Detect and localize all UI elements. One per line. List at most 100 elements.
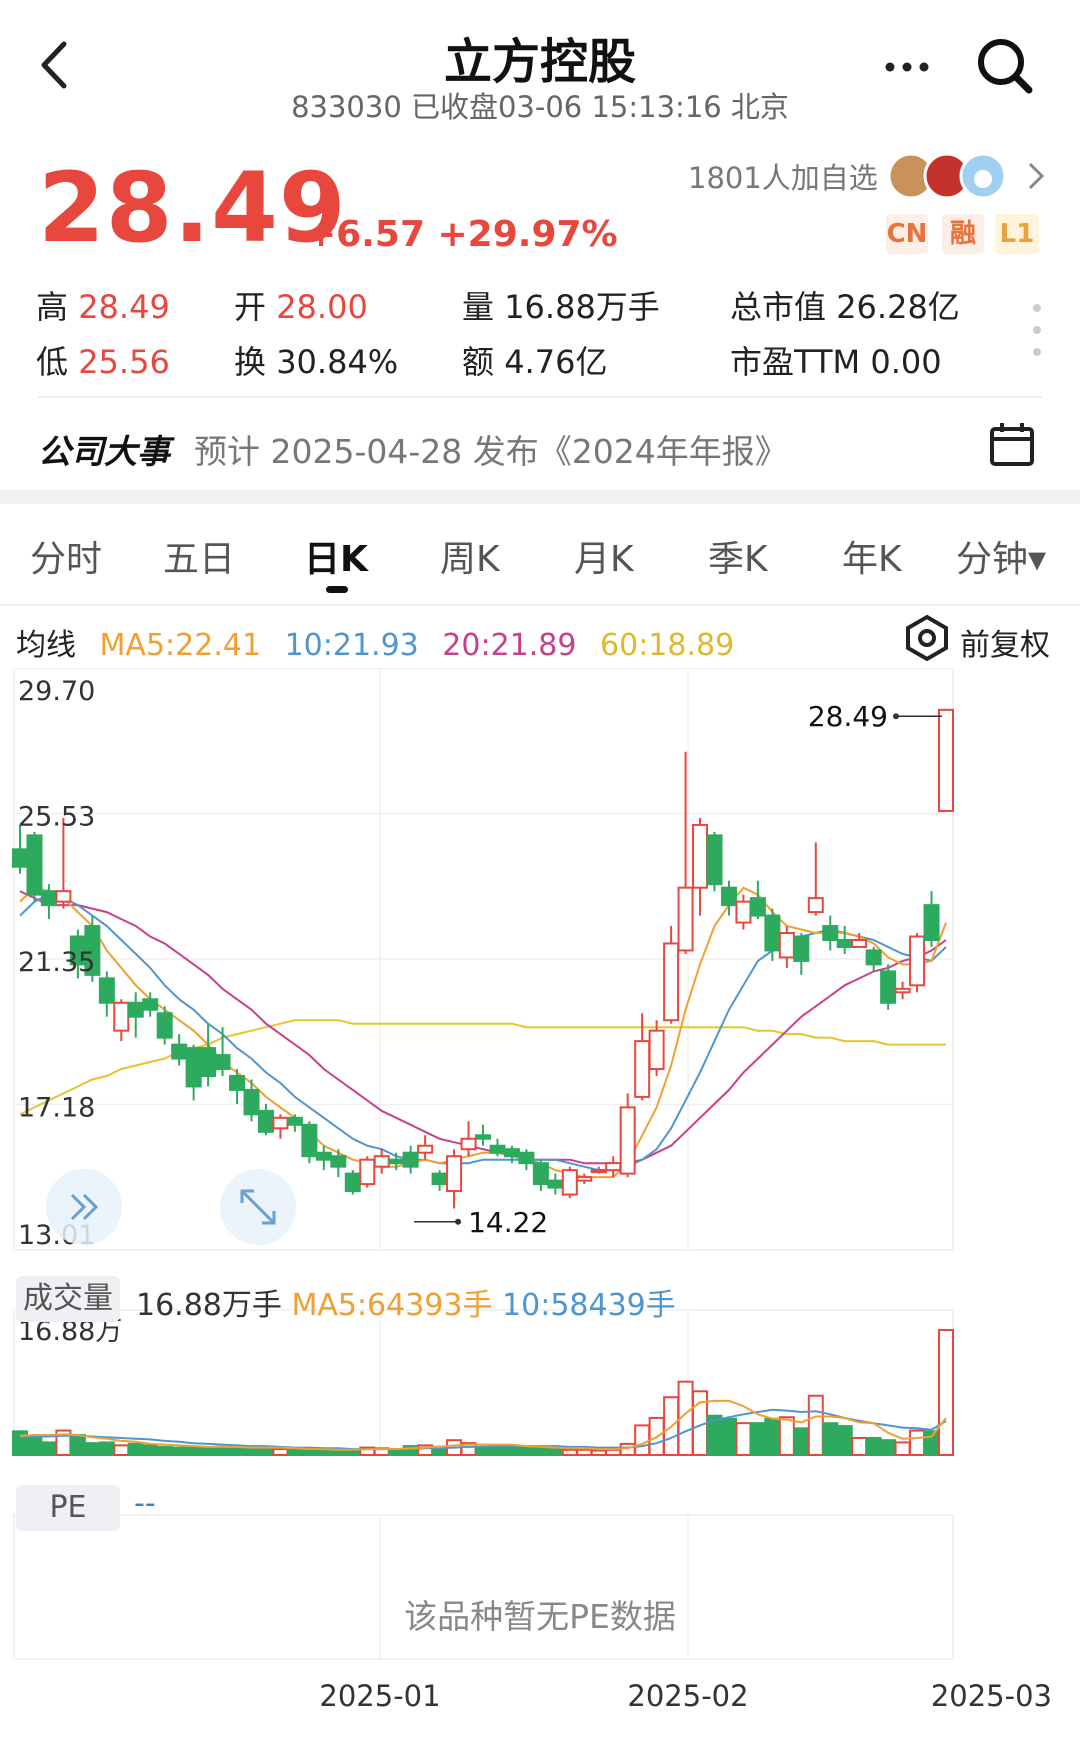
last-price: 28.49 (38, 152, 347, 264)
section-separator (0, 490, 1080, 504)
volume-bar (171, 1446, 188, 1456)
candle-body (185, 1047, 202, 1088)
volume-bar (605, 1448, 622, 1457)
candle-body (243, 1088, 260, 1116)
candle-body (142, 998, 159, 1011)
watcher-avatars[interactable] (886, 151, 1016, 201)
candle-body (156, 1012, 173, 1039)
stat-high: 高 28.49 (36, 288, 170, 326)
volume-bar (113, 1444, 130, 1456)
x-tick-label: 2025-03 (931, 1679, 1052, 1713)
stat-low: 低 25.56 (36, 343, 170, 381)
max-price-label: 28.49 (808, 700, 888, 733)
fullscreen-icon[interactable] (218, 1167, 298, 1247)
tag-l1: L1 (995, 214, 1039, 254)
ma5-value: MA5:22.41 (99, 628, 262, 663)
candle-body (532, 1162, 549, 1186)
y-tick-label: 25.53 (18, 801, 95, 832)
candle-body (171, 1043, 188, 1060)
tab-minute[interactable]: 分钟▾ (956, 530, 1046, 582)
volume-ma10: 10:58439手 (502, 1288, 676, 1323)
x-tick-label: 2025-01 (319, 1679, 440, 1713)
candle-body (720, 886, 737, 907)
candle-body (923, 904, 940, 941)
candle-body (272, 1116, 289, 1130)
volume-bar (98, 1441, 115, 1456)
watchlist-count[interactable]: 1801人加自选 (688, 155, 878, 197)
candle-body (315, 1151, 332, 1161)
more-icon[interactable] (882, 52, 932, 82)
volume-bar (84, 1442, 101, 1456)
volume-bar (127, 1442, 144, 1457)
volume-bar (720, 1417, 737, 1457)
volume-bar (836, 1425, 853, 1456)
candle-body (648, 1029, 665, 1071)
volume-bar (807, 1394, 824, 1457)
tab-monthly-k[interactable]: 月K (574, 530, 634, 582)
volume-bar (286, 1448, 303, 1456)
candle-body (40, 890, 57, 907)
candle-body (26, 834, 43, 896)
candle-body (344, 1172, 361, 1193)
candle-body (373, 1155, 390, 1168)
volume-bar (475, 1445, 491, 1456)
y-tick-label: 21.35 (18, 947, 95, 978)
volume-bar (532, 1446, 549, 1456)
tab-daily-k[interactable]: 日K (304, 530, 368, 582)
ma-legend-label: 均线 (16, 628, 76, 663)
volume-legend: 16.88万手 MA5:64393手 10:58439手 (136, 1280, 676, 1324)
candle-body (359, 1158, 376, 1186)
price-adjust-icon[interactable] (904, 614, 950, 662)
candle-body (55, 890, 72, 903)
tab-five-day[interactable]: 五日 (163, 530, 235, 582)
candle-body (822, 925, 839, 941)
tag-margin: 融 (942, 214, 984, 254)
tab-quarterly-k[interactable]: 季K (708, 530, 768, 582)
candle-body (113, 1001, 130, 1032)
volume-bar (518, 1446, 535, 1456)
calendar-icon[interactable] (988, 420, 1036, 468)
candle-body (431, 1172, 448, 1186)
volume-bar (894, 1441, 911, 1456)
candle-body (938, 708, 954, 812)
ma60-value: 60:18.89 (600, 628, 735, 663)
volume-bar (793, 1427, 810, 1456)
expand-chart-icon[interactable] (44, 1167, 124, 1247)
volume-bar (590, 1449, 607, 1457)
expand-stats-icon[interactable] (1030, 300, 1044, 360)
tab-weekly-k[interactable]: 周K (440, 530, 500, 582)
tab-yearly-k[interactable]: 年K (842, 530, 902, 582)
volume-bar (735, 1422, 752, 1457)
candle-body (214, 1054, 231, 1071)
pe-empty-message: 该品种暂无PE数据 (404, 1597, 676, 1636)
volume-bar (200, 1446, 217, 1456)
chevron-right-icon[interactable] (1026, 160, 1046, 192)
candle-body (460, 1137, 477, 1151)
price-adjust-label[interactable]: 前复权 (960, 620, 1050, 664)
tab-intraday[interactable]: 分时 (30, 530, 102, 582)
pe-label[interactable]: PE (16, 1485, 120, 1531)
stat-turnover: 换 30.84% (234, 343, 399, 381)
candle-body (749, 897, 766, 917)
volume-bar (851, 1436, 868, 1457)
y-tick-label: 17.18 (18, 1093, 95, 1124)
candle-body (518, 1151, 535, 1165)
volume-value: 16.88万手 (136, 1288, 282, 1323)
volume-bar (185, 1445, 202, 1456)
volume-bar (547, 1447, 564, 1457)
search-icon[interactable] (975, 36, 1035, 96)
stat-volume: 量 16.88万手 (462, 288, 660, 326)
y-axis-labels: 29.7025.5321.3517.1813.01 (18, 676, 95, 1251)
stat-pe-ttm: 市盈TTM 0.00 (730, 343, 942, 381)
company-event-text[interactable]: 预计 2025-04-28 发布《2024年年报》 (194, 425, 788, 473)
x-tick-label: 2025-02 (627, 1679, 748, 1713)
stat-amount: 额 4.76亿 (462, 343, 608, 381)
volume-bar (634, 1424, 651, 1457)
tag-cn: CN (886, 214, 928, 254)
candle-body (894, 987, 911, 994)
volume-label[interactable]: 成交量 (16, 1276, 120, 1322)
volume-bar (489, 1445, 506, 1456)
volume-bar (69, 1434, 86, 1457)
stock-code-status: 833030 已收盘03-06 15:13:16 北京 (291, 90, 789, 124)
volume-bar (938, 1329, 954, 1456)
